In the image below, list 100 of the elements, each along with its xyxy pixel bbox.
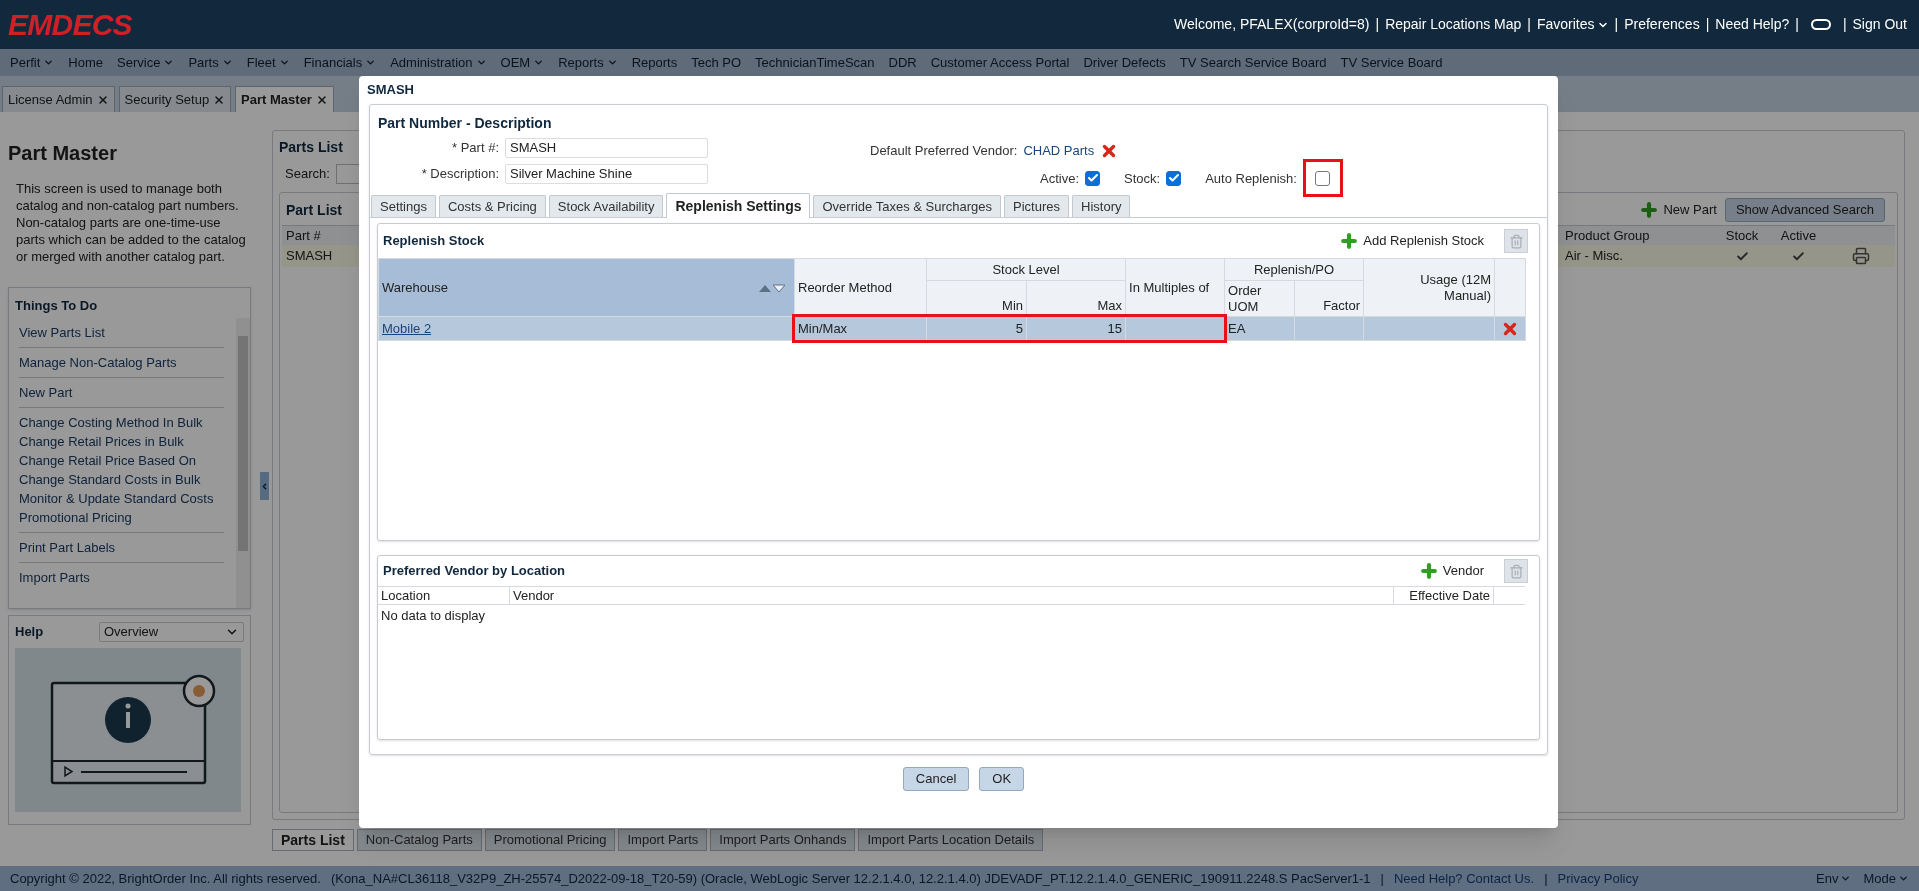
printer-icon[interactable]	[1852, 247, 1870, 265]
dialog-tab[interactable]: Override Taxes & Surcharges	[813, 195, 1002, 217]
add-replenish-stock-button[interactable]: Add Replenish Stock	[1339, 231, 1484, 251]
nav-menu-item[interactable]: Home	[68, 52, 104, 73]
caret-icon	[606, 57, 618, 68]
nav-menu-item[interactable]: Driver Defects	[1083, 52, 1166, 73]
toggle-icon[interactable]	[1810, 19, 1831, 30]
task-link[interactable]: Change Retail Price Based On	[19, 450, 224, 470]
column-header[interactable]: Order UOM	[1224, 280, 1295, 317]
close-icon[interactable]	[315, 93, 328, 106]
header-link[interactable]: Need Help?	[1715, 14, 1790, 35]
nav-menu-item[interactable]: Service	[117, 52, 175, 73]
task-link[interactable]: Change Retail Prices in Bulk	[19, 431, 224, 451]
footer-menu[interactable]: Env	[1816, 868, 1852, 889]
section-tab[interactable]: Promotional Pricing	[484, 829, 616, 851]
nav-menu-item[interactable]: TV Service Board	[1340, 52, 1443, 73]
task-link[interactable]: Change Standard Costs in Bulk	[19, 469, 224, 489]
footer-link[interactable]: Need Help? Contact Us.	[1393, 868, 1535, 889]
add-vendor-button[interactable]: Vendor	[1418, 561, 1484, 581]
checkbox[interactable]	[1166, 170, 1182, 186]
task-link[interactable]: Promotional Pricing	[19, 507, 224, 527]
footer-link[interactable]: Privacy Policy	[1557, 868, 1639, 889]
page-description: This screen is used to manage both catalog and non-catalog part numbers. Non-catalog parts are one-time-use parts which can be added to the catalog or merged with another catalog part.	[15, 180, 247, 265]
column-header[interactable]: Warehouse	[378, 258, 795, 317]
table-row[interactable]: Mobile 2 Min/Max 5 15 EA	[378, 316, 1526, 341]
dialog-button[interactable]: Cancel	[902, 767, 970, 791]
page-tab[interactable]: Part Master	[235, 86, 334, 112]
scrollbar[interactable]	[236, 317, 250, 608]
nav-menu-item[interactable]: Parts	[188, 52, 233, 73]
task-link[interactable]: Import Parts	[19, 567, 224, 587]
header-link[interactable]: Repair Locations Map	[1385, 14, 1522, 35]
column-header[interactable]: Reorder Method	[794, 258, 927, 317]
separator: |	[1380, 869, 1384, 888]
part-number-field[interactable]: SMASH	[505, 138, 708, 158]
column-header[interactable]: In Multiples of	[1125, 258, 1225, 317]
header-link[interactable]: Sign Out	[1852, 14, 1907, 35]
section-tab[interactable]: Import Parts	[618, 829, 708, 851]
close-icon[interactable]	[213, 93, 226, 106]
sort-icon[interactable]	[759, 282, 785, 293]
page-tab[interactable]: Security Setup	[118, 86, 232, 112]
dialog-tab[interactable]: Stock Availability	[548, 195, 664, 217]
page-title: Part Master	[8, 141, 117, 166]
panel-title: Help	[15, 623, 44, 642]
footer-menu[interactable]: Mode	[1863, 868, 1909, 889]
collapse-handle[interactable]	[260, 472, 269, 500]
column-header[interactable]: Factor	[1294, 280, 1364, 317]
video-player-drawing[interactable]	[15, 648, 241, 812]
column-header[interactable]: Product Group	[1561, 226, 1714, 246]
section-tab[interactable]: Parts List	[272, 829, 354, 851]
nav-menu-item[interactable]: TechnicianTimeScan	[755, 52, 875, 73]
nav-menu-item[interactable]: Financials	[303, 52, 377, 73]
nav-menu-item[interactable]: OEM	[500, 52, 545, 73]
dialog-tab[interactable]: Replenish Settings	[666, 193, 811, 218]
field-label: * Description:	[421, 165, 499, 184]
advanced-search-button[interactable]: Show Advanced Search	[1724, 198, 1885, 222]
section-tab[interactable]: Import Parts Onhands	[710, 829, 856, 851]
column-header[interactable]: Location	[378, 587, 510, 605]
task-link[interactable]: View Parts List	[19, 322, 224, 342]
column-header[interactable]: Stock	[1714, 226, 1770, 246]
nav-menu-item[interactable]: DDR	[888, 52, 917, 73]
task-link[interactable]: Print Part Labels	[19, 537, 224, 557]
nav-menu-item[interactable]: Tech PO	[691, 52, 742, 73]
checkbox[interactable]	[1315, 170, 1331, 186]
header-link[interactable]: Preferences	[1624, 14, 1700, 35]
nav-menu-item[interactable]: Customer Access Portal	[930, 52, 1070, 73]
task-link[interactable]: New Part	[19, 382, 224, 402]
plus-icon	[1418, 561, 1439, 581]
column-header[interactable]: Active	[1770, 226, 1827, 246]
nav-menu-item[interactable]: Perfit	[10, 52, 55, 73]
page-tab[interactable]: License Admin	[2, 86, 115, 112]
plus-icon	[1339, 231, 1360, 251]
checkbox[interactable]	[1085, 170, 1100, 186]
new-part-button[interactable]: New Part	[1639, 200, 1717, 220]
column-header[interactable]: Vendor	[510, 587, 1394, 605]
warehouse-link[interactable]: Mobile 2	[382, 320, 432, 336]
nav-menu-item[interactable]: Fleet	[246, 52, 290, 73]
task-link[interactable]: Manage Non-Catalog Parts	[19, 352, 224, 372]
dialog-tab[interactable]: Costs & Pricing	[439, 195, 546, 217]
dialog-button[interactable]: OK	[979, 767, 1025, 791]
nav-menu-item[interactable]: Reports	[631, 52, 678, 73]
help-topic-select[interactable]: Overview	[99, 622, 244, 642]
task-link[interactable]: Change Costing Method In Bulk	[19, 412, 224, 432]
vendor-link[interactable]: CHAD Parts	[1023, 141, 1095, 161]
column-header[interactable]: Effective Date	[1394, 587, 1494, 605]
task-link[interactable]: Monitor & Update Standard Costs	[19, 488, 224, 508]
nav-menu-item[interactable]: TV Search Service Board	[1179, 52, 1327, 73]
favorites-menu[interactable]: Favorites	[1536, 14, 1609, 35]
caret-icon	[1840, 873, 1852, 884]
nav-menu-item[interactable]: Reports	[558, 52, 618, 73]
section-title: Part Number - Description	[378, 114, 552, 133]
dialog-tab[interactable]: Settings	[371, 195, 436, 217]
caret-icon	[365, 57, 377, 68]
section-tab[interactable]: Import Parts Location Details	[858, 829, 1044, 851]
column-header[interactable]: Usage (12M Manual)	[1363, 258, 1495, 317]
nav-menu-item[interactable]: Administration	[390, 52, 487, 73]
description-field[interactable]: Silver Machine Shine	[505, 164, 708, 184]
section-tab[interactable]: Non-Catalog Parts	[356, 829, 482, 851]
dialog-tab[interactable]: History	[1072, 195, 1131, 217]
dialog-tab[interactable]: Pictures	[1004, 195, 1069, 217]
close-icon[interactable]	[96, 93, 109, 106]
